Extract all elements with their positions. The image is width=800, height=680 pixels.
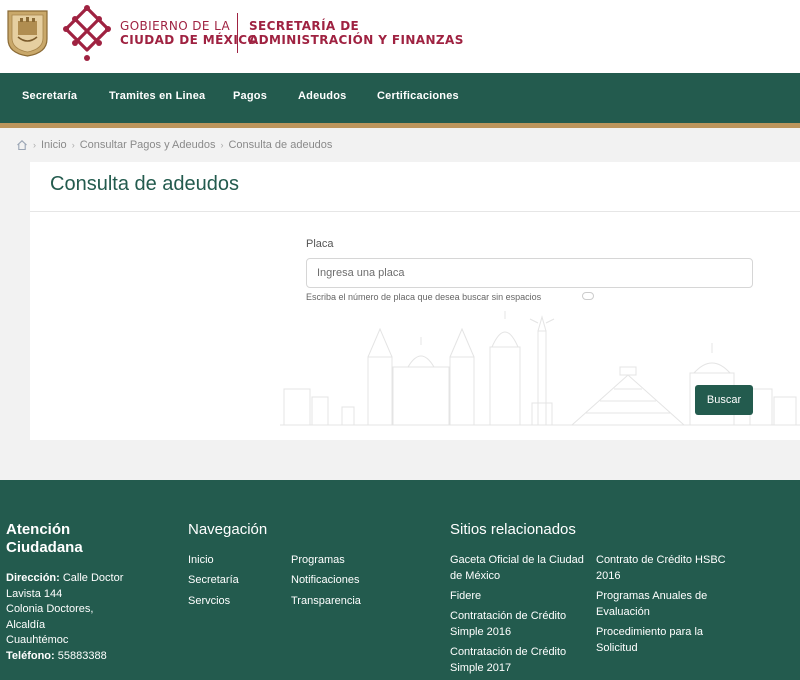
sec-line1: SECRETARÍA DE <box>249 19 360 33</box>
card-divider <box>30 211 800 212</box>
nav-item-pagos[interactable]: Pagos <box>233 90 267 102</box>
placa-help-text: Escriba el número de placa que desea bus… <box>306 292 542 302</box>
site-header: GOBIERNO DE LA CIUDAD DE MÉXICO SECRETAR… <box>0 0 800 73</box>
breadcrumb-separator: › <box>71 140 75 150</box>
footer-heading-atencion: Atención Ciudadana <box>6 521 83 557</box>
link-line: Simple 2017 <box>450 661 512 674</box>
home-icon[interactable] <box>16 139 28 151</box>
phone-number[interactable]: 55883388 <box>58 650 107 662</box>
page-title: Consulta de adeudos <box>50 173 240 195</box>
address-line4: Alcaldía <box>6 618 46 631</box>
breadcrumb: › Inicio › Consultar Pagos y Adeudos › C… <box>16 139 332 151</box>
footer-link-procedimiento[interactable]: Procedimiento para la Solicitud <box>596 625 703 656</box>
header-divider <box>237 13 238 53</box>
buscar-button[interactable]: Buscar <box>695 385 753 415</box>
footer-link-servicios[interactable]: Servcios <box>188 594 230 610</box>
address-label: Dirección: <box>6 572 60 584</box>
link-line: 2016 <box>596 569 621 582</box>
atencion-line1: Atención <box>6 521 71 538</box>
link-line: Contratación de Crédito <box>450 646 567 658</box>
footer-link-fidere[interactable]: Fidere <box>450 589 481 605</box>
breadcrumb-separator: › <box>220 140 224 150</box>
footer-link-secretaria[interactable]: Secretaría <box>188 573 239 589</box>
link-line: Fidere <box>450 590 482 602</box>
atencion-line2: Ciudadana <box>6 539 83 556</box>
footer-heading-navegacion: Navegación <box>188 521 268 538</box>
breadcrumb-inicio[interactable]: Inicio <box>41 139 67 151</box>
placa-label: Placa <box>306 238 334 250</box>
footer-link-credito-2016[interactable]: Contratación de Crédito Simple 2016 <box>450 609 566 640</box>
nav-item-tramites[interactable]: Tramites en Linea <box>109 90 205 102</box>
link-line: Procedimiento para la <box>596 626 704 638</box>
link-line: Solicitud <box>596 641 638 654</box>
footer-link-transparencia[interactable]: Transparencia <box>291 594 361 610</box>
address-line5: Cuauhtémoc <box>6 634 69 646</box>
link-line: Contratación de Crédito <box>450 610 567 622</box>
nav-item-certificaciones[interactable]: Certificaciones <box>377 90 459 102</box>
footer-contact-info: Dirección: Calle Doctor Lavista 144 Colo… <box>6 571 146 664</box>
toggle-icon <box>582 292 594 300</box>
address-line1: Calle Doctor <box>62 572 124 584</box>
footer-link-hsbc[interactable]: Contrato de Crédito HSBC 2016 <box>596 553 726 584</box>
link-line: Simple 2016 <box>450 625 512 638</box>
footer-link-inicio[interactable]: Inicio <box>188 553 214 569</box>
site-footer: Atención Ciudadana Dirección: Calle Doct… <box>0 480 800 680</box>
link-line: Contrato de Crédito HSBC <box>596 554 726 566</box>
address-line2: Lavista 144 <box>6 587 63 600</box>
footer-link-programas[interactable]: Programas <box>291 553 345 569</box>
secretaria-wordmark[interactable]: SECRETARÍA DE ADMINISTRACIÓN Y FINANZAS <box>249 19 464 47</box>
link-line: de México <box>450 569 501 582</box>
link-line: Evaluación <box>596 605 650 618</box>
query-card: Consulta de adeudos Placa Ingresa una pl… <box>30 162 800 440</box>
nav-accent-stripe <box>0 123 800 128</box>
link-line: Gaceta Oficial de la Ciudad <box>450 554 584 566</box>
link-line: Programas Anuales de <box>596 590 708 602</box>
nav-item-secretaria[interactable]: Secretaría <box>22 90 77 102</box>
main-navbar: Secretaría Tramites en Linea Pagos Adeud… <box>0 73 800 123</box>
breadcrumb-consultar[interactable]: Consultar Pagos y Adeudos <box>80 139 216 151</box>
address-line3: Colonia Doctores, <box>6 603 94 615</box>
footer-link-notificaciones[interactable]: Notificaciones <box>291 573 359 589</box>
nav-item-adeudos[interactable]: Adeudos <box>298 90 346 102</box>
cdmx-logo-icon[interactable] <box>62 5 112 61</box>
footer-link-gaceta[interactable]: Gaceta Oficial de la Ciudad de México <box>450 553 584 584</box>
footer-link-credito-2017[interactable]: Contratación de Crédito Simple 2017 <box>450 645 566 676</box>
phone-label: Teléfono: <box>6 649 55 662</box>
footer-heading-sitios: Sitios relacionados <box>450 521 576 538</box>
cdmx-coat-of-arms-icon[interactable] <box>6 9 49 57</box>
footer-link-programas-anuales[interactable]: Programas Anuales de Evaluación <box>596 589 707 620</box>
sec-line2: ADMINISTRACIÓN Y FINANZAS <box>249 33 464 47</box>
placa-input[interactable] <box>306 258 753 288</box>
breadcrumb-current: Consulta de adeudos <box>228 139 333 151</box>
breadcrumb-separator: › <box>33 140 36 150</box>
